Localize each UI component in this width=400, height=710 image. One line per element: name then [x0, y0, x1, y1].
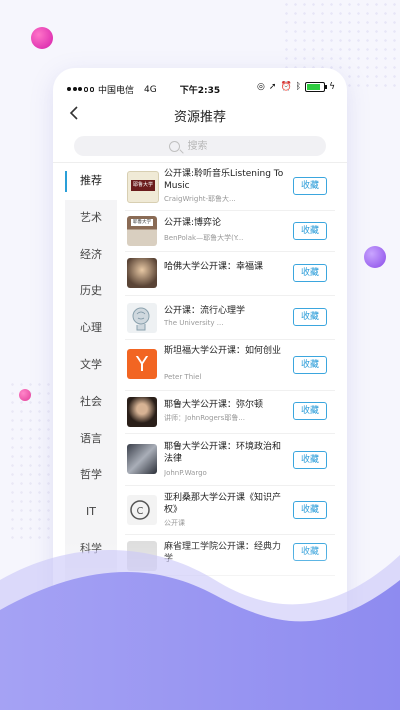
item-subtitle: 公开课 [164, 519, 185, 527]
item-title: 公开课:博弈论 [164, 218, 222, 228]
item-subtitle: BenPolak—耶鲁大学(Y... [164, 234, 244, 242]
list-item[interactable]: 公开课：流行心理学 The University ... 收藏 [125, 296, 335, 340]
search-input[interactable] [185, 139, 232, 153]
category-economics[interactable]: 经济 [65, 237, 117, 274]
page-title: 资源推荐 [173, 110, 226, 125]
item-subtitle: JohnP.Wargo [164, 469, 207, 477]
thumb-label: 耶鲁大学 [131, 219, 153, 226]
item-title: 公开课:聆听音乐Listening To Music [164, 169, 284, 191]
location-icon: ➚ [268, 82, 277, 92]
list-item[interactable]: 耶鲁大学 公开课:博弈论 BenPolak—耶鲁大学(Y... 收藏 [125, 211, 335, 252]
category-history[interactable]: 历史 [65, 273, 117, 310]
search-icon [168, 140, 180, 152]
course-thumbnail: C [127, 495, 157, 525]
course-thumbnail: 耶鲁大学 [127, 171, 159, 203]
favorite-button[interactable]: 收藏 [293, 222, 327, 240]
list-item[interactable]: 耶鲁大学 公开课:聆听音乐Listening To Music CraigWri… [125, 163, 335, 211]
course-thumbnail [127, 397, 157, 427]
item-title: 亚利桑那大学公开课《知识产权》 [164, 493, 282, 515]
course-thumbnail: Y [127, 349, 157, 379]
thumb-label: 耶鲁大学 [131, 180, 155, 191]
course-thumbnail [127, 444, 157, 474]
status-bar: 中国电信 4G 下午2:35 ◎ ➚ ⏰ ᛒ ϟ [53, 80, 347, 98]
category-recommend[interactable]: 推荐 [65, 163, 117, 200]
svg-text:C: C [137, 506, 144, 517]
item-title: 公开课：流行心理学 [164, 306, 246, 316]
category-art[interactable]: 艺术 [65, 200, 117, 237]
bluetooth-icon: ᛒ [295, 82, 302, 92]
nav-bar: 资源推荐 [53, 100, 347, 128]
thumb-label: Y [135, 352, 149, 376]
decorative-pink-orb [19, 389, 31, 401]
list-item[interactable]: Y 斯坦福大学公开课：如何创业 Peter Thiel 收藏 [125, 340, 335, 391]
favorite-button[interactable]: 收藏 [293, 402, 327, 420]
favorite-button[interactable]: 收藏 [293, 264, 327, 282]
resource-list: 耶鲁大学 公开课:聆听音乐Listening To Music CraigWri… [125, 163, 335, 576]
course-thumbnail [127, 258, 157, 288]
course-thumbnail: 耶鲁大学 [127, 216, 157, 246]
favorite-button[interactable]: 收藏 [293, 451, 327, 469]
decorative-wave [0, 550, 400, 710]
item-title: 哈佛大学公开课：幸福课 [164, 262, 264, 272]
decorative-pink-orb [31, 27, 53, 49]
category-society[interactable]: 社会 [65, 384, 117, 421]
list-item[interactable]: 哈佛大学公开课：幸福课 收藏 [125, 252, 335, 296]
decorative-dot-grid [8, 380, 58, 540]
lock-rotation-icon: ◎ [257, 82, 265, 92]
alarm-icon: ⏰ [280, 82, 292, 92]
favorite-button[interactable]: 收藏 [293, 356, 327, 374]
category-psychology[interactable]: 心理 [65, 310, 117, 347]
charging-icon: ϟ [329, 82, 335, 92]
favorite-button[interactable]: 收藏 [293, 177, 327, 195]
list-item[interactable]: C 亚利桑那大学公开课《知识产权》 公开课 收藏 [125, 486, 335, 535]
category-language[interactable]: 语言 [65, 421, 117, 458]
battery-icon [305, 82, 328, 92]
decorative-purple-orb [364, 246, 386, 268]
favorite-button[interactable]: 收藏 [293, 308, 327, 326]
category-it[interactable]: IT [65, 494, 117, 531]
favorite-button[interactable]: 收藏 [293, 501, 327, 519]
item-subtitle: 讲师：JohnRogers耶鲁... [164, 414, 246, 422]
search-bar[interactable] [74, 136, 326, 156]
item-title: 耶鲁大学公开课：环境政治和法律 [164, 442, 282, 464]
course-thumbnail [127, 303, 157, 333]
list-item[interactable]: 耶鲁大学公开课：弥尔顿 讲师：JohnRogers耶鲁... 收藏 [125, 391, 335, 434]
item-title: 斯坦福大学公开课：如何创业 [164, 346, 282, 356]
list-item[interactable]: 耶鲁大学公开课：环境政治和法律 JohnP.Wargo 收藏 [125, 434, 335, 486]
item-title: 耶鲁大学公开课：弥尔顿 [164, 400, 264, 410]
item-subtitle: The University ... [164, 319, 224, 327]
item-subtitle: Peter Thiel [164, 373, 202, 381]
category-philosophy[interactable]: 哲学 [65, 457, 117, 494]
item-subtitle: CraigWright-耶鲁大... [164, 195, 236, 203]
category-literature[interactable]: 文学 [65, 347, 117, 384]
